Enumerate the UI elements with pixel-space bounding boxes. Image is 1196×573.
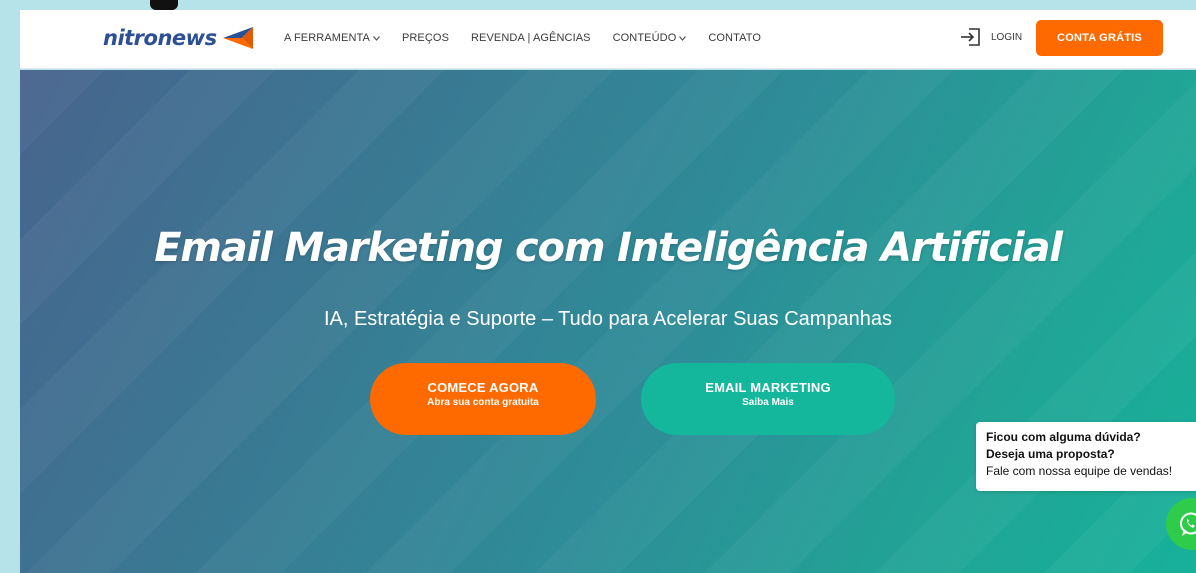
hero-section: Email Marketing com Inteligência Artific… [20,70,1196,573]
chat-proposal-line: Deseja uma proposta? [986,447,1115,461]
chevron-down-icon [679,35,687,41]
main-nav: A FERRAMENTA PREÇOS REVENDA | AGÊNCIAS C… [284,32,783,44]
browser-page: nitronews A FERRAMENTA PREÇOS REVENDA | … [20,10,1196,573]
brand-name: nitronews [103,26,217,50]
nav-item-label: CONTEÚDO [612,32,677,44]
free-account-button[interactable]: CONTA GRÁTIS [1036,20,1163,56]
login-icon [961,28,980,46]
top-navbar: nitronews A FERRAMENTA PREÇOS REVENDA | … [20,10,1196,69]
login-label: LOGIN [991,31,1023,43]
sales-chat-bubble[interactable]: Ficou com alguma dúvida? Deseja uma prop… [976,422,1196,491]
nav-item-label: REVENDA | AGÊNCIAS [471,32,591,44]
nav-item-revenda[interactable]: REVENDA | AGÊNCIAS [471,32,591,44]
nav-item-label: CONTATO [708,32,762,44]
button-label: EMAIL MARKETING [705,380,831,395]
email-marketing-button[interactable]: EMAIL MARKETING Saiba Mais [641,363,895,435]
brand-logo[interactable]: nitronews [103,23,253,53]
hero-title: Email Marketing com Inteligência Artific… [154,225,1063,271]
login-link[interactable]: LOGIN [960,27,1022,47]
screenshot-frame-left [0,0,20,573]
screenshot-frame-top [0,0,1196,10]
nav-item-label: A FERRAMENTA [284,32,370,44]
chat-question-line: Ficou com alguma dúvida? [986,430,1141,444]
chevron-down-icon [372,35,380,41]
nav-item-conteudo[interactable]: CONTEÚDO [613,32,687,44]
nav-item-ferramenta[interactable]: A FERRAMENTA [284,32,380,44]
start-now-button[interactable]: COMECE AGORA Abra sua conta gratuita [370,363,596,435]
nav-item-contato[interactable]: CONTATO [708,32,761,44]
whatsapp-icon [1180,512,1196,536]
hero-subtitle: IA, Estratégia e Suporte – Tudo para Ace… [323,308,893,330]
nav-item-precos[interactable]: PREÇOS [402,32,449,44]
button-sublabel: Saiba Mais [742,397,794,408]
nav-item-label: PREÇOS [401,32,450,44]
button-sublabel: Abra sua conta gratuita [427,397,539,408]
chat-contact-line: Fale com nossa equipe de vendas! [986,464,1173,478]
button-label: COMECE AGORA [427,380,539,395]
paper-plane-logo-icon [222,27,253,49]
frame-decoration [150,0,178,10]
